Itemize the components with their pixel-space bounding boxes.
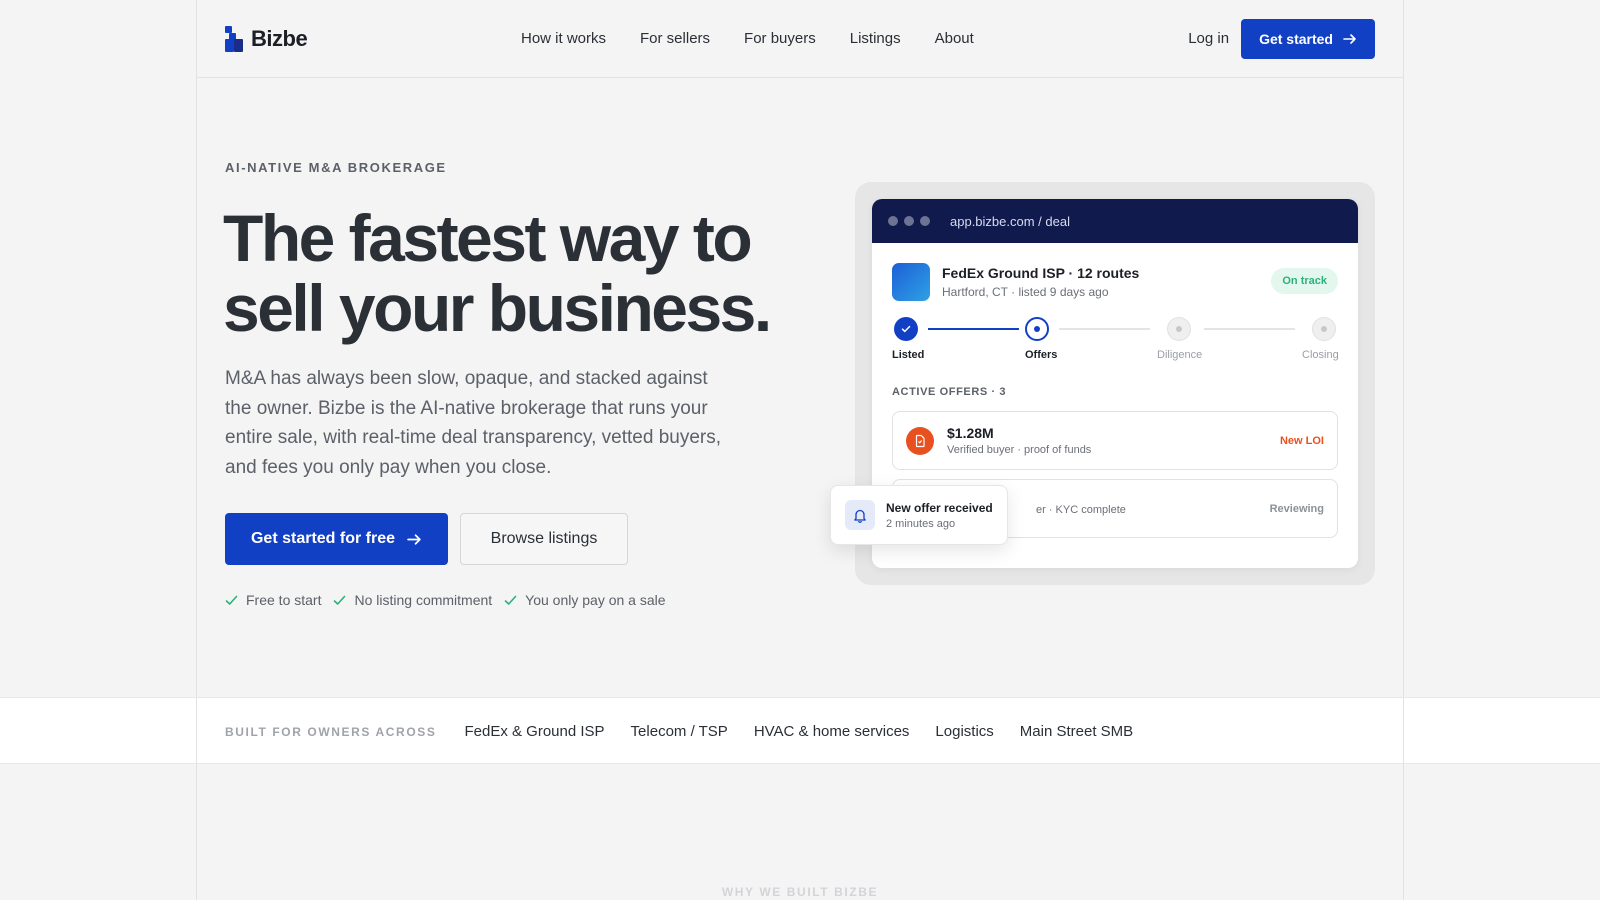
window-dot-icon [920,216,930,226]
hero-cta-row: Get started for free Browse listings [225,513,628,565]
offer-row[interactable]: $1.28M Verified buyer · proof of funds N… [892,411,1338,470]
bell-icon [845,500,875,530]
step-pending-icon [1167,317,1191,341]
offer-detail: Verified buyer · proof of funds [947,444,1092,456]
logo-mark-icon [225,25,243,52]
deal-logo [892,263,930,301]
nav-actions: Log in Get started [1188,18,1375,59]
progress-line [1059,328,1150,330]
checkmark-icon [334,595,346,605]
page-gutter-left [196,0,197,900]
deal-title: FedEx Ground ISP · 12 routes [942,265,1140,281]
step-complete-icon [894,317,918,341]
deal-subtitle: Hartford, CT · listed 9 days ago [942,285,1109,299]
hero-eyebrow: AI-NATIVE M&A BROKERAGE [225,160,447,175]
step-label-listed: Listed [892,349,925,361]
arrow-right-icon [1343,33,1356,44]
toast-title: New offer received [886,500,993,515]
logo[interactable]: Bizbe [225,25,308,52]
hero-checks: Free to start No listing commitment You … [225,592,666,608]
browser-bar: app.bizbe.com / deal [872,199,1358,243]
industry-item: HVAC & home services [753,723,910,740]
nav-link-listings[interactable]: Listings [850,30,901,47]
headline-line-1: The fastest way to [223,201,753,275]
headline-line-2: sell your business. [223,271,772,345]
progress-line [928,328,1019,330]
check-label: You only pay on a sale [525,592,666,608]
step-pending-icon [1312,317,1336,341]
nav-link-about[interactable]: About [935,30,974,47]
check-item: No listing commitment [333,592,492,608]
arrow-right-icon [407,533,421,545]
offer-status: New LOI [1279,434,1324,447]
window-dot-icon [888,216,898,226]
step-label-closing: Closing [1302,349,1339,361]
nav-link-how-it-works[interactable]: How it works [521,30,606,47]
logo-text: Bizbe [251,25,308,51]
offers-header: ACTIVE OFFERS · 3 [892,386,1007,398]
toast-subtitle: 2 minutes ago [886,517,956,530]
industry-item: Main Street SMB [1019,723,1134,740]
gutter-line [196,698,197,763]
browse-listings-button[interactable]: Browse listings [460,513,628,565]
document-icon [906,426,934,455]
checkmark-icon [225,595,238,605]
window-dot-icon [904,216,914,226]
nav-link-for-sellers[interactable]: For sellers [640,30,710,47]
industries-strip: BUILT FOR OWNERS ACROSS FedEx & Ground I… [0,697,1600,764]
progress-line [1204,328,1295,330]
offer-detail: er · KYC complete [1036,504,1126,516]
login-link[interactable]: Log in [1188,30,1229,47]
check-item: Free to start [225,592,321,608]
check-label: Free to start [246,592,322,608]
offer-amount: $1.28M [947,425,994,441]
step-label-diligence: Diligence [1157,349,1203,361]
industry-item: Telecom / TSP [630,723,728,740]
browser-url: app.bizbe.com / deal [950,213,1070,229]
industry-item: FedEx & Ground ISP [464,723,605,740]
industry-item: Logistics [935,723,994,740]
industries-label: BUILT FOR OWNERS ACROSS [225,724,437,739]
checkmark-icon [504,595,517,605]
get-started-free-label: Get started for free [250,530,396,547]
top-nav: Bizbe How it works For sellers For buyer… [196,0,1404,78]
hero-headline: The fastest way to sell your business. [223,203,823,343]
nav-link-for-buyers[interactable]: For buyers [744,30,816,47]
nav-links: How it works For sellers For buyers List… [521,30,974,47]
hero-subtext: M&A has always been slow, opaque, and st… [225,368,721,478]
step-label-offers: Offers [1025,349,1058,361]
gutter-line [1403,698,1404,763]
check-item: You only pay on a sale [504,592,666,608]
deal-header: FedEx Ground ISP · 12 routes Hartford, C… [892,263,1139,301]
offer-status: Reviewing [1269,502,1324,515]
check-label: No listing commitment [354,592,493,608]
step-current-icon [1025,317,1049,341]
notification-toast[interactable]: New offer received 2 minutes ago [830,485,1008,545]
deal-progress: Listed Offers Diligence Closing [892,317,1339,367]
section-eyebrow-why: WHY WE BUILT BIZBE [721,885,879,899]
get-started-label: Get started [1259,30,1333,47]
get-started-button[interactable]: Get started [1241,18,1375,59]
get-started-free-button[interactable]: Get started for free [225,513,448,565]
status-badge: On track [1271,268,1338,294]
page-gutter-right [1403,0,1404,900]
